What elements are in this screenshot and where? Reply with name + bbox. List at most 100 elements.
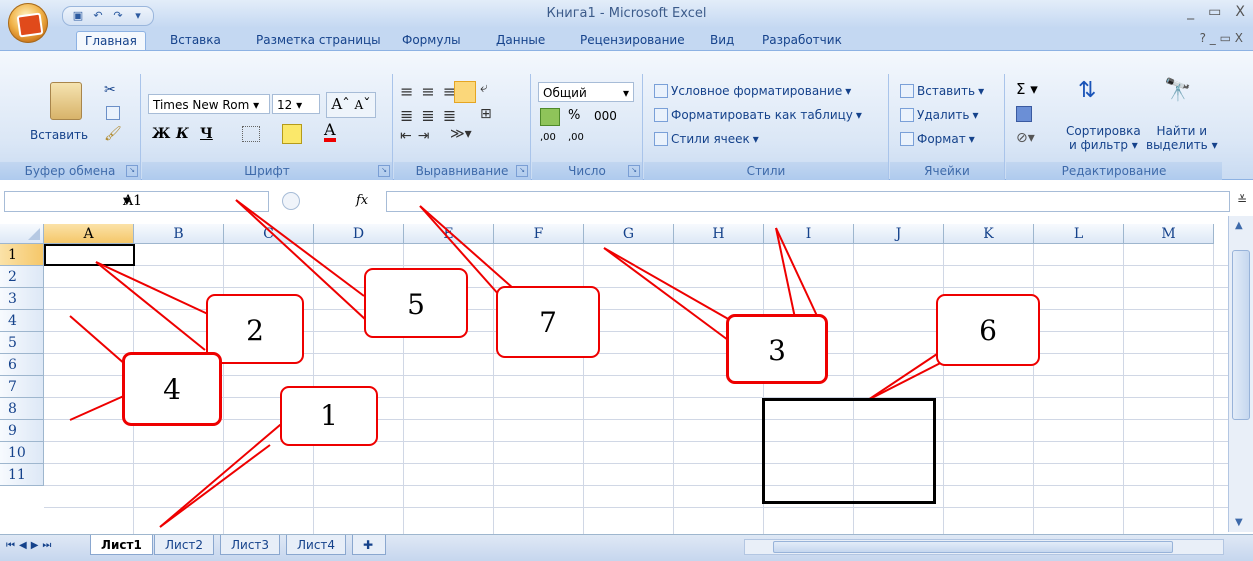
conditional-formatting-button[interactable]: Условное форматирование ▾ (654, 82, 851, 100)
thousands-button[interactable]: 000 (594, 109, 617, 123)
dialog-launcher-icon[interactable]: ↘ (126, 165, 138, 177)
sheet-tab-2[interactable]: Лист2 (154, 535, 215, 555)
tab-developer[interactable]: Разработчик (754, 31, 850, 50)
select-all-button[interactable] (0, 224, 44, 244)
minimize-button[interactable]: _ (1187, 4, 1194, 20)
align-bottom-icon[interactable] (454, 81, 476, 103)
italic-button[interactable]: К (176, 126, 189, 142)
paste-button[interactable]: Вставить (30, 128, 88, 142)
delete-cells-button[interactable]: Удалить ▾ (900, 106, 979, 124)
dialog-launcher-icon[interactable]: ↘ (378, 165, 390, 177)
dialog-launcher-icon[interactable]: ↘ (516, 165, 528, 177)
row-header-2[interactable]: 2 (0, 266, 44, 288)
cut-icon[interactable]: ✂ (104, 82, 116, 98)
number-format-select[interactable]: Общий ▾ (538, 82, 634, 102)
column-header-e[interactable]: E (404, 224, 494, 244)
tab-view[interactable]: Вид (702, 31, 742, 50)
row-header-11[interactable]: 11 (0, 464, 44, 486)
vertical-scroll-thumb[interactable] (1232, 250, 1250, 420)
help-icon[interactable]: ? _ ▭ X (1200, 31, 1243, 45)
bold-button[interactable]: Ж (152, 126, 170, 142)
active-cell[interactable] (44, 244, 135, 266)
column-header-f[interactable]: F (494, 224, 584, 244)
cell-styles-button[interactable]: Стили ячеек ▾ (654, 130, 759, 148)
dialog-launcher-icon[interactable]: ↘ (628, 165, 640, 177)
maximize-button[interactable]: ▭ (1208, 4, 1221, 20)
fill-color-icon[interactable] (282, 124, 302, 144)
horizontal-scrollbar[interactable] (744, 539, 1224, 555)
row-header-8[interactable]: 8 (0, 398, 44, 420)
name-box[interactable]: A1 ▼ (4, 191, 269, 212)
tab-data[interactable]: Данные (488, 31, 553, 50)
grow-shrink-font[interactable]: Aˆ Aˇ (326, 92, 376, 118)
close-button[interactable]: X (1235, 4, 1245, 20)
format-painter-icon[interactable]: 🖌 (104, 126, 122, 142)
tab-insert[interactable]: Вставка (162, 31, 229, 50)
shrink-font-button[interactable]: A (354, 98, 363, 112)
formula-bar-splitter[interactable] (282, 192, 300, 210)
insert-sheet-icon[interactable]: ✚ (352, 535, 386, 555)
column-header-b[interactable]: B (134, 224, 224, 244)
formula-input[interactable] (386, 191, 1230, 212)
tab-review[interactable]: Рецензирование (572, 31, 693, 50)
row-header-5[interactable]: 5 (0, 332, 44, 354)
wrap-text-icon[interactable]: ⤶ (480, 80, 488, 96)
insert-cells-button[interactable]: Вставить ▾ (900, 82, 984, 100)
find-select-icon[interactable]: 🔭 (1164, 78, 1191, 103)
align-left-center-right-icons[interactable]: ≣≣≣ (400, 106, 464, 125)
paste-icon[interactable] (50, 82, 82, 120)
tab-page-layout[interactable]: Разметка страницы (248, 31, 389, 50)
row-header-3[interactable]: 3 (0, 288, 44, 310)
sort-filter-button[interactable]: Сортировка и фильтр ▾ (1066, 124, 1141, 152)
orientation-icon[interactable]: ≫▾ (450, 126, 472, 142)
column-header-m[interactable]: M (1124, 224, 1214, 244)
office-button[interactable] (8, 3, 48, 43)
column-header-i[interactable]: I (764, 224, 854, 244)
clear-icon[interactable]: ⊘▾ (1016, 130, 1035, 146)
row-header-4[interactable]: 4 (0, 310, 44, 332)
fill-icon[interactable] (1016, 106, 1032, 122)
row-header-1[interactable]: 1 (0, 244, 44, 266)
decrease-decimal-button[interactable]: ,00 (568, 132, 584, 143)
sort-filter-icon[interactable]: ⇅ (1078, 78, 1096, 103)
underline-button[interactable]: Ч (200, 126, 213, 142)
sheet-tab-1[interactable]: Лист1 (90, 535, 153, 555)
font-color-button[interactable]: A (324, 122, 336, 142)
row-header-7[interactable]: 7 (0, 376, 44, 398)
indent-icons[interactable]: ⇤⇥ (400, 128, 435, 144)
format-as-table-button[interactable]: Форматировать как таблицу ▾ (654, 106, 862, 124)
increase-decimal-button[interactable]: ,00 (540, 132, 556, 143)
column-header-j[interactable]: J (854, 224, 944, 244)
merge-center-icon[interactable]: ⊞ (480, 106, 492, 122)
name-box-dropdown-icon[interactable]: ▼ (123, 192, 264, 211)
column-header-k[interactable]: K (944, 224, 1034, 244)
currency-icon[interactable] (540, 108, 560, 126)
format-cells-button[interactable]: Формат ▾ (900, 130, 975, 148)
find-select-button[interactable]: Найти и выделить ▾ (1146, 124, 1218, 152)
column-header-d[interactable]: D (314, 224, 404, 244)
font-name-select[interactable]: Times New Rom ▾ (148, 94, 270, 114)
sheet-tab-4[interactable]: Лист4 (286, 535, 347, 555)
column-header-c[interactable]: C (224, 224, 314, 244)
tab-formulas[interactable]: Формулы (394, 31, 469, 50)
tab-home[interactable]: Главная (76, 31, 146, 51)
scroll-up-icon[interactable]: ▲ (1235, 220, 1243, 231)
column-header-l[interactable]: L (1034, 224, 1124, 244)
scroll-down-icon[interactable]: ▼ (1235, 517, 1243, 528)
borders-icon[interactable] (242, 126, 260, 142)
column-header-h[interactable]: H (674, 224, 764, 244)
autosum-button[interactable]: Σ ▾ (1016, 80, 1038, 98)
expand-formula-bar-icon[interactable]: ≚ (1237, 193, 1247, 207)
font-size-select[interactable]: 12 ▾ (272, 94, 320, 114)
grow-font-button[interactable]: A (331, 95, 342, 113)
row-header-6[interactable]: 6 (0, 354, 44, 376)
percent-button[interactable]: % (568, 108, 580, 123)
sheet-tab-3[interactable]: Лист3 (220, 535, 281, 555)
insert-function-button[interactable]: fx (356, 193, 368, 208)
column-header-a[interactable]: A (44, 224, 134, 244)
copy-icon[interactable] (106, 106, 120, 120)
vertical-scrollbar[interactable]: ▲ ▼ (1228, 216, 1253, 532)
horizontal-scroll-thumb[interactable] (773, 541, 1173, 553)
row-header-10[interactable]: 10 (0, 442, 44, 464)
row-header-9[interactable]: 9 (0, 420, 44, 442)
